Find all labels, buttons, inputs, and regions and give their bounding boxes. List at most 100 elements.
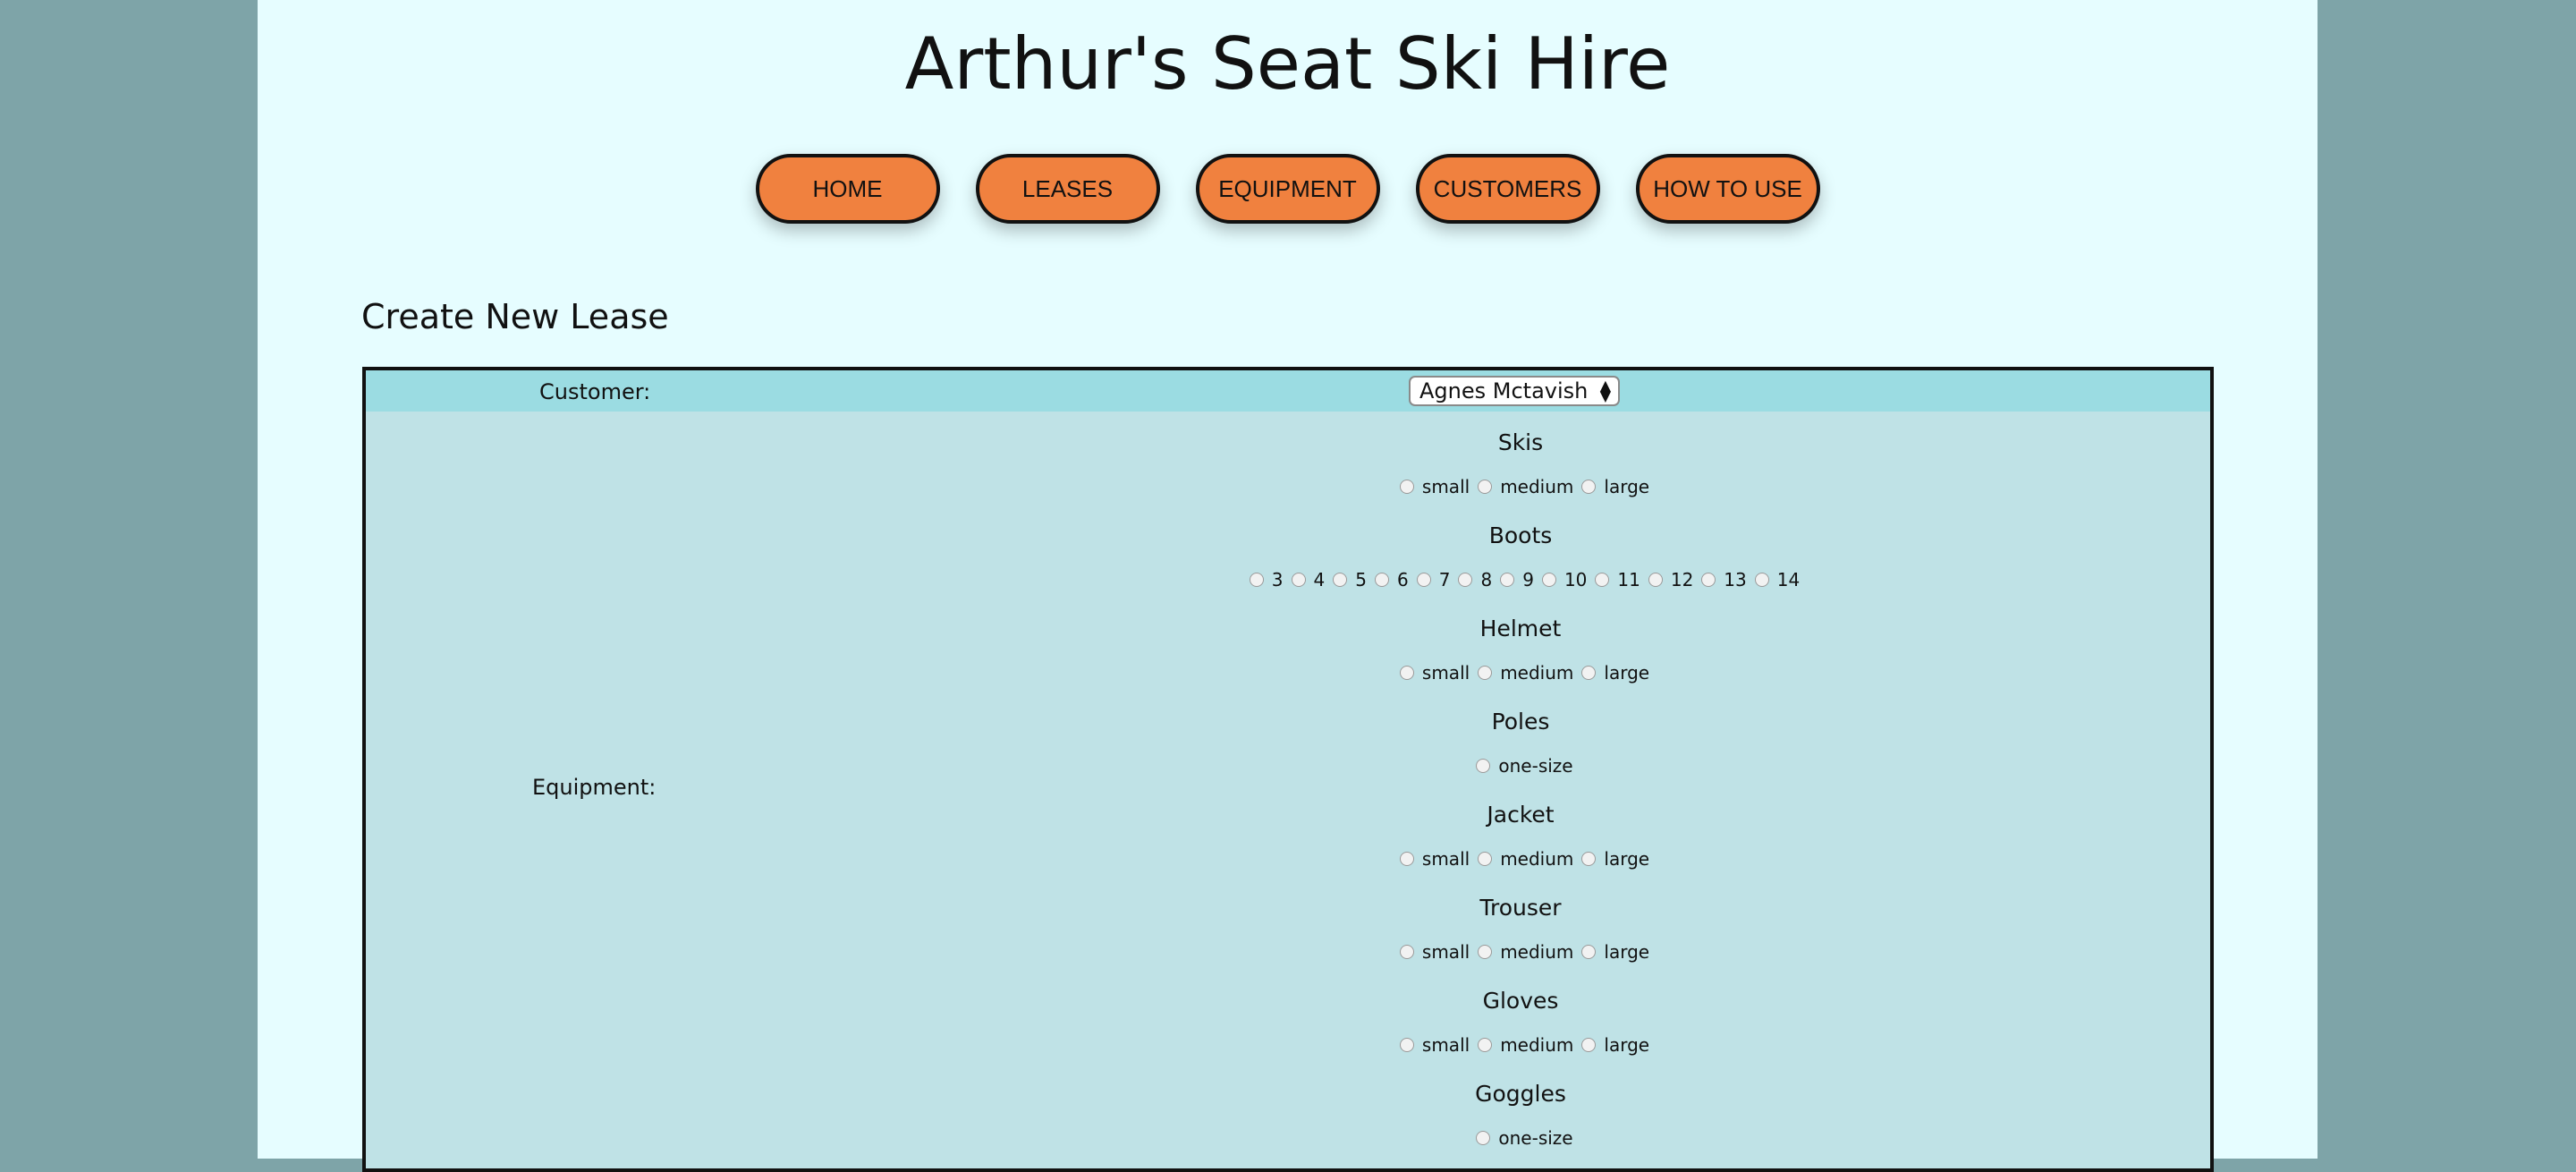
size-option[interactable]: large (1573, 941, 1649, 963)
radio-button[interactable] (1399, 945, 1414, 959)
radio-button[interactable] (1399, 666, 1414, 680)
nav-how-to-use-button[interactable]: HOW TO USE (1635, 154, 1820, 224)
nav-home-button[interactable]: HOME (755, 154, 940, 224)
radio-button[interactable] (1399, 1038, 1414, 1052)
radio-button[interactable] (1478, 852, 1493, 866)
size-option-label: 5 (1355, 569, 1367, 590)
equipment-group-gloves: Gloves small medium large (1199, 970, 2093, 1063)
select-arrows-icon: ▲ ▼ (1599, 377, 1611, 404)
radio-button[interactable] (1581, 666, 1597, 680)
size-option[interactable]: large (1573, 662, 1649, 684)
size-option[interactable]: medium (1470, 1034, 1573, 1056)
size-option-label: 3 (1271, 569, 1284, 590)
radio-button[interactable] (1476, 759, 1491, 773)
equipment-group-goggles: Goggles one-size (1199, 1063, 2093, 1156)
nav-equipment-button[interactable]: EQUIPMENT (1195, 154, 1380, 224)
size-option-label: small (1421, 1034, 1470, 1056)
size-option[interactable]: large (1573, 1034, 1649, 1056)
customer-selected-value: Agnes Mctavish (1419, 378, 1589, 403)
radio-button[interactable] (1416, 573, 1431, 587)
radio-button[interactable] (1541, 573, 1556, 587)
size-option[interactable]: medium (1470, 662, 1573, 684)
size-option[interactable]: 4 (1284, 569, 1326, 590)
size-option[interactable]: 11 (1587, 569, 1640, 590)
radio-button[interactable] (1375, 573, 1389, 587)
size-option[interactable]: 9 (1492, 569, 1534, 590)
radio-button[interactable] (1458, 573, 1473, 587)
radio-button[interactable] (1399, 852, 1414, 866)
site-title: Arthur's Seat Ski Hire (904, 22, 1671, 106)
size-option[interactable]: small (1392, 848, 1470, 870)
radio-button[interactable] (1478, 480, 1493, 494)
size-options-row: small medium large (1199, 941, 1843, 963)
size-option[interactable]: one-size (1468, 1127, 1573, 1149)
equipment-group-jacket: Jacket small medium large (1199, 784, 2093, 877)
size-option[interactable]: large (1573, 476, 1649, 497)
radio-button[interactable] (1500, 573, 1515, 587)
size-option[interactable]: small (1392, 941, 1470, 963)
size-option[interactable]: 14 (1747, 569, 1800, 590)
equipment-name: Skis (1497, 429, 1544, 455)
radio-button[interactable] (1581, 480, 1597, 494)
radio-button[interactable] (1478, 1038, 1493, 1052)
size-option-label: medium (1500, 848, 1574, 870)
size-options-row: small medium large (1199, 848, 1843, 870)
size-options-row: one-size (1199, 755, 1843, 777)
radio-button[interactable] (1476, 1131, 1491, 1145)
size-option[interactable]: 6 (1367, 569, 1409, 590)
size-option[interactable]: large (1573, 848, 1649, 870)
customer-select[interactable]: Agnes Mctavish ▲ ▼ (1409, 376, 1620, 406)
radio-button[interactable] (1478, 666, 1493, 680)
size-options-row: small medium large (1199, 662, 1843, 684)
nav-customers-button[interactable]: CUSTOMERS (1415, 154, 1600, 224)
equipment-group-poles: Poles one-size (1199, 691, 2093, 784)
radio-button[interactable] (1581, 945, 1597, 959)
size-option-label: small (1421, 476, 1470, 497)
size-option[interactable]: medium (1470, 476, 1573, 497)
size-option[interactable]: one-size (1468, 755, 1573, 777)
radio-button[interactable] (1249, 573, 1264, 587)
radio-button[interactable] (1478, 945, 1493, 959)
size-option[interactable]: small (1392, 1034, 1470, 1056)
size-option[interactable]: 3 (1241, 569, 1284, 590)
size-options-row: 3 4 5 6 7 8 9 10 11 12 13 14 (1199, 569, 1843, 590)
equipment-name: Helmet (1479, 616, 1562, 641)
radio-button[interactable] (1399, 480, 1414, 494)
radio-button[interactable] (1333, 573, 1348, 587)
radio-button[interactable] (1595, 573, 1610, 587)
size-option[interactable]: medium (1470, 848, 1573, 870)
size-option[interactable]: small (1392, 476, 1470, 497)
size-option-label: large (1604, 941, 1650, 963)
radio-button[interactable] (1581, 852, 1597, 866)
radio-button[interactable] (1701, 573, 1716, 587)
main-nav: HOME LEASES EQUIPMENT CUSTOMERS HOW TO U… (258, 154, 2318, 224)
customer-label: Customer: (539, 379, 651, 404)
size-option[interactable]: 13 (1693, 569, 1747, 590)
equipment-group-helmet: Helmet small medium large (1199, 598, 2093, 691)
size-option-label: large (1604, 662, 1650, 684)
size-option[interactable]: 10 (1534, 569, 1587, 590)
size-option-label: large (1604, 1034, 1650, 1056)
radio-button[interactable] (1648, 573, 1663, 587)
size-option-label: small (1421, 662, 1470, 684)
size-option-label: medium (1500, 476, 1574, 497)
size-options-row: small medium large (1199, 1034, 1843, 1056)
radio-button[interactable] (1754, 573, 1769, 587)
radio-button[interactable] (1581, 1038, 1597, 1052)
equipment-name: Gloves (1482, 988, 1559, 1014)
size-option-label: 4 (1313, 569, 1326, 590)
size-option[interactable]: 8 (1450, 569, 1492, 590)
size-option[interactable]: 12 (1640, 569, 1693, 590)
create-lease-form: Customer: Agnes Mctavish ▲ ▼ Equipment: S… (362, 367, 2214, 1172)
size-option-label: 6 (1397, 569, 1409, 590)
size-option[interactable]: small (1392, 662, 1470, 684)
nav-leases-button[interactable]: LEASES (975, 154, 1160, 224)
size-option[interactable]: 7 (1409, 569, 1450, 590)
equipment-name: Goggles (1475, 1081, 1566, 1107)
size-option[interactable]: medium (1470, 941, 1573, 963)
size-option-label: medium (1500, 662, 1574, 684)
equipment-label: Equipment: (532, 775, 657, 800)
radio-button[interactable] (1291, 573, 1306, 587)
equipment-name: Trouser (1479, 895, 1562, 921)
size-option[interactable]: 5 (1325, 569, 1367, 590)
